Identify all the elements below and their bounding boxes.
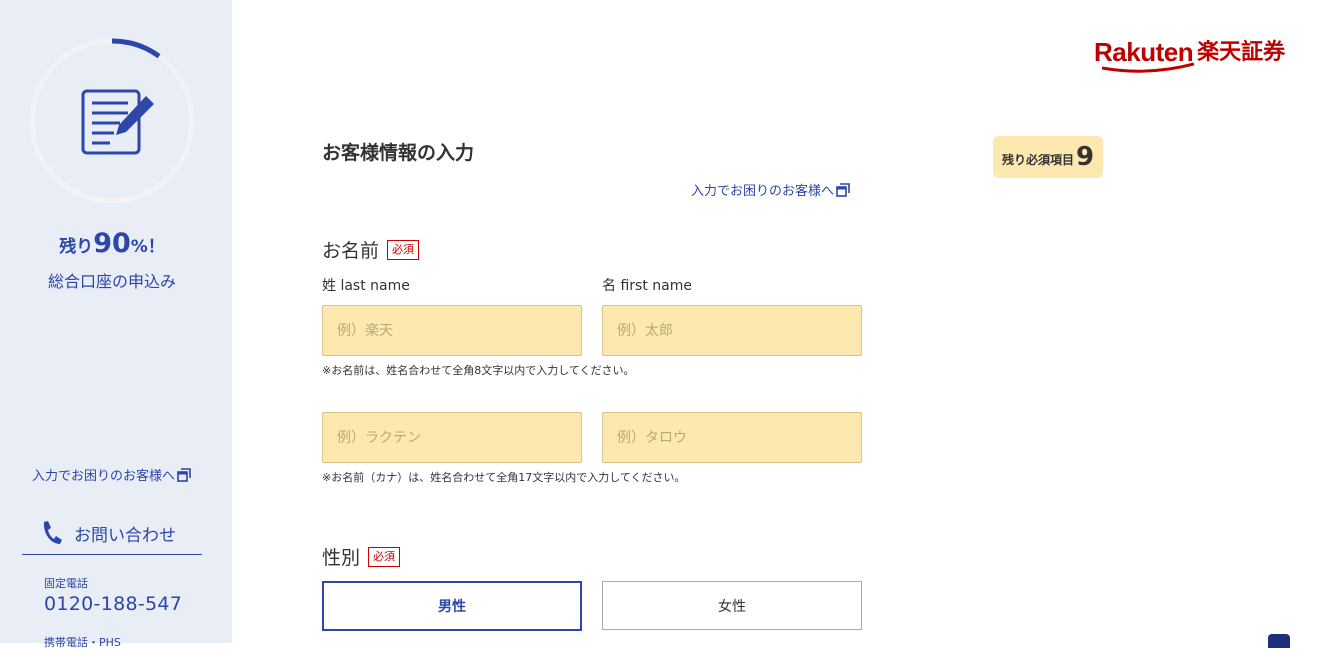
first-name-kana-input[interactable] <box>602 412 862 463</box>
required-badge: 必須 <box>387 239 420 260</box>
main-help-link-label: 入力でお困りのお客様へ <box>691 184 835 199</box>
name-note: ※お名前は、姓名合わせて全角8文字以内で入力してください。 <box>322 364 635 377</box>
contact-label: お問い合わせ <box>74 525 176 546</box>
contact-button[interactable]: お問い合わせ <box>22 512 202 555</box>
name-section-label: お名前 必須 <box>322 236 420 263</box>
chat-widget-icon[interactable] <box>1268 634 1290 648</box>
phone-icon <box>43 521 62 544</box>
kana-note: ※お名前（カナ）は、姓名合わせて全角17文字以内で入力してください。 <box>322 471 686 484</box>
required-remaining-label: 残り必須項目 <box>1001 153 1074 167</box>
landline-number[interactable]: 0120-188-547 <box>44 593 182 615</box>
remaining-value: 90 <box>93 228 131 259</box>
rakuten-securities-logo[interactable]: Rakuten 楽天証券 <box>1094 38 1285 74</box>
last-name-input[interactable] <box>322 305 582 356</box>
required-remaining-count: 9 <box>1075 142 1095 172</box>
last-name-label: 姓 last name <box>322 278 410 294</box>
mobile-label: 携帯電話・PHS <box>44 636 121 649</box>
required-badge: 必須 <box>368 546 401 567</box>
logo-brand-jp: 楽天証券 <box>1197 40 1286 65</box>
remaining-progress: 残り90%！ <box>0 228 224 259</box>
sidebar-help-link[interactable]: 入力でお困りのお客様へ <box>32 465 191 484</box>
gender-option-male[interactable]: 男性 <box>322 581 582 631</box>
gender-label-text: 性別 <box>322 547 361 569</box>
main-help-link[interactable]: 入力でお困りのお客様へ <box>691 180 850 199</box>
gender-section-label: 性別 必須 <box>322 543 401 570</box>
last-name-kana-input[interactable] <box>322 412 582 463</box>
sidebar-help-link-label: 入力でお困りのお客様へ <box>32 469 176 484</box>
logo-swoosh-icon <box>1102 62 1194 73</box>
external-link-icon <box>836 182 850 197</box>
remaining-suffix: %！ <box>130 237 165 257</box>
remaining-prefix: 残り <box>59 237 94 257</box>
application-title: 総合口座の申込み <box>47 272 176 291</box>
required-remaining-badge: 残り必須項目 9 <box>993 136 1103 178</box>
landline-label: 固定電話 <box>44 577 88 590</box>
edit-document-icon <box>81 89 154 155</box>
page-title: お客様情報の入力 <box>322 142 475 164</box>
external-link-icon <box>177 467 191 482</box>
gender-option-female[interactable]: 女性 <box>602 581 862 630</box>
name-label-text: お名前 <box>322 240 380 262</box>
first-name-input[interactable] <box>602 305 862 356</box>
first-name-label: 名 first name <box>602 278 692 294</box>
sidebar: 残り90%！ 総合口座の申込み 入力でお困りのお客様へ お問い合わせ 固定電話 … <box>0 0 232 649</box>
